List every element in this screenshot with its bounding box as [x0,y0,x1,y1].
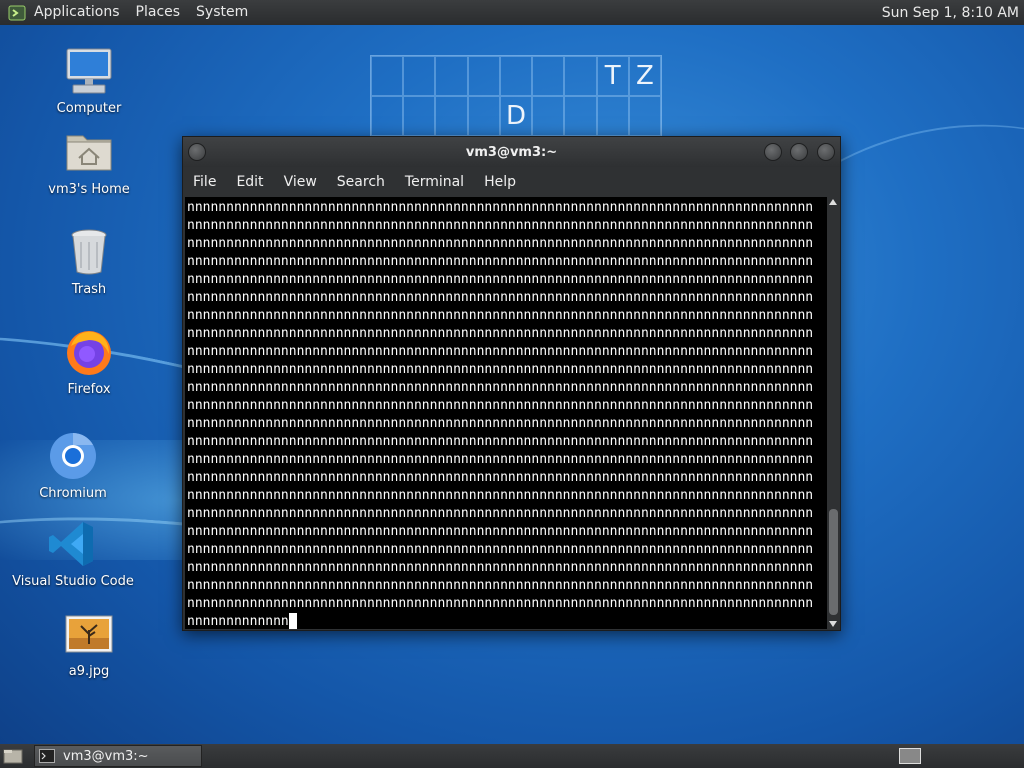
minimize-button[interactable] [764,143,782,161]
scrollbar-thumb[interactable] [829,509,838,615]
terminal-icon [39,749,55,763]
terminal-line: nnnnnnnnnnnnnnnnnnnnnnnnnnnnnnnnnnnnnnnn… [187,236,814,251]
grid-cell [564,96,597,136]
window-titlebar[interactable]: vm3@vm3:~ [183,137,840,167]
applications-menu-icon[interactable] [8,4,26,22]
grid-cell: Z [628,56,661,96]
terminal-scrollbar[interactable] [827,197,840,629]
desktop-icon-label: a9.jpg [68,664,110,679]
grid-cell [467,56,500,96]
terminal-line: nnnnnnnnnnnnnnnnnnnnnnnnnnnnnnnnnnnnnnnn… [187,578,814,593]
home-folder-icon [66,135,112,171]
grid-cell [467,96,500,136]
grid-cell [564,56,597,96]
scroll-down-arrow[interactable] [829,621,837,627]
terminal-window[interactable]: vm3@vm3:~ File Edit View Search Terminal… [182,136,841,631]
grid-cell [532,96,565,136]
terminal-line: nnnnnnnnnnnnnnnnnnnnnnnnnnnnnnnnnnnnnnnn… [187,290,814,305]
top-panel: Applications Places System Sun Sep 1, 8:… [0,0,1024,25]
window-title: vm3@vm3:~ [465,145,558,160]
image-file-icon [65,615,113,653]
terminal-line: nnnnnnnnnnnnnnnnnnnnnnnnnnnnnnnnnnnnnnnn… [187,434,814,449]
terminal-output[interactable]: nnnnnnnnnnnnnnnnnnnnnnnnnnnnnnnnnnnnnnnn… [185,197,827,629]
terminal-line: nnnnnnnnnnnnnnnnnnnnnnnnnnnnnnnnnnnnnnnn… [187,308,814,323]
menu-view[interactable]: View [274,174,327,190]
terminal-line: nnnnnnnnnnnnnnnnnnnnnnnnnnnnnnnnnnnnnnnn… [187,344,814,359]
taskbar-window-label: vm3@vm3:~ [63,748,149,764]
terminal-line: nnnnnnnnnnnnnnnnnnnnnnnnnnnnnnnnnnnnnnnn… [187,200,814,215]
taskbar-window-button[interactable]: vm3@vm3:~ [34,745,202,767]
grid-cell [403,56,436,96]
grid-cell [435,56,468,96]
places-menu[interactable]: Places [128,0,189,25]
menu-terminal[interactable]: Terminal [395,174,474,190]
desktop-icon-firefox[interactable]: Firefox [24,326,154,397]
workspace-switcher[interactable] [899,748,921,764]
terminal-line: nnnnnnnnnnnnnnnnnnnnnnnnnnnnnnnnnnnnnnnn… [187,254,814,269]
desktop-icon-trash[interactable]: Trash [24,226,154,297]
menu-file[interactable]: File [183,174,226,190]
grid-cell: T [596,56,629,96]
desktop-icon-label: Visual Studio Code [12,574,134,589]
desktop-icon-label: Computer [56,101,122,116]
wallpaper-word-grid: T Z D [370,55,662,137]
vscode-icon [49,522,93,566]
grid-cell [532,56,565,96]
terminal-input-text: nnnnnnnnnnnnn [187,614,289,629]
maximize-button[interactable] [790,143,808,161]
grid-cell: D [499,96,533,136]
terminal-line: nnnnnnnnnnnnnnnnnnnnnnnnnnnnnnnnnnnnnnnn… [187,398,814,413]
clock[interactable]: Sun Sep 1, 8:10 AM [882,5,1019,21]
chromium-icon [50,433,96,479]
terminal-line: nnnnnnnnnnnnnnnnnnnnnnnnnnnnnnnnnnnnnnnn… [187,470,814,485]
grid-cell [499,56,533,96]
terminal-line: nnnnnnnnnnnnnnnnnnnnnnnnnnnnnnnnnnnnnnnn… [187,416,814,431]
terminal-prompt-line: nnnnnnnnnnnnn [187,613,827,629]
show-desktop-icon[interactable] [3,747,23,765]
terminal-line: nnnnnnnnnnnnnnnnnnnnnnnnnnnnnnnnnnnnnnnn… [187,560,814,575]
terminal-line: nnnnnnnnnnnnnnnnnnnnnnnnnnnnnnnnnnnnnnnn… [187,218,814,233]
scroll-up-arrow[interactable] [829,199,837,205]
desktop-icon-computer[interactable]: Computer [24,45,154,116]
bottom-panel: vm3@vm3:~ [0,744,1024,768]
grid-cell [435,96,468,136]
trash-icon [71,229,107,275]
terminal-line: nnnnnnnnnnnnnnnnnnnnnnnnnnnnnnnnnnnnnnnn… [187,326,814,341]
terminal-line: nnnnnnnnnnnnnnnnnnnnnnnnnnnnnnnnnnnnnnnn… [187,596,814,611]
desktop-icon-chromium[interactable]: Chromium [8,430,138,501]
desktop-icon-label: Firefox [67,382,111,397]
grid-cell [403,96,436,136]
menu-help[interactable]: Help [474,174,526,190]
firefox-icon [67,331,111,375]
terminal-line: nnnnnnnnnnnnnnnnnnnnnnnnnnnnnnnnnnnnnnnn… [187,524,814,539]
grid-cell [596,96,629,136]
text-cursor [288,613,297,629]
top-menu: Applications Places System [26,0,256,25]
terminal-line: nnnnnnnnnnnnnnnnnnnnnnnnnnnnnnnnnnnnnnnn… [187,362,814,377]
grid-cell [371,56,404,96]
terminal-line: nnnnnnnnnnnnnnnnnnnnnnnnnnnnnnnnnnnnnnnn… [187,542,814,557]
desktop-icon-vscode[interactable]: Visual Studio Code [8,518,138,589]
computer-icon [66,48,112,94]
terminal-line: nnnnnnnnnnnnnnnnnnnnnnnnnnnnnnnnnnnnnnnn… [187,506,814,521]
menu-edit[interactable]: Edit [226,174,273,190]
applications-menu[interactable]: Applications [26,0,128,25]
menu-search[interactable]: Search [327,174,395,190]
desktop-icon-a9-jpg[interactable]: a9.jpg [24,608,154,679]
desktop-icon-label: Trash [71,282,107,297]
desktop-icon-label: Chromium [39,486,107,501]
close-button[interactable] [817,143,835,161]
terminal-line: nnnnnnnnnnnnnnnnnnnnnnnnnnnnnnnnnnnnnnnn… [187,452,814,467]
desktop-icon-label: vm3's Home [48,182,130,197]
terminal-line: nnnnnnnnnnnnnnnnnnnnnnnnnnnnnnnnnnnnnnnn… [187,272,814,287]
terminal-line: nnnnnnnnnnnnnnnnnnnnnnnnnnnnnnnnnnnnnnnn… [187,380,814,395]
grid-cell [628,96,661,136]
desktop-icon-home[interactable]: vm3's Home [24,126,154,197]
grid-cell [371,96,404,136]
terminal-line: nnnnnnnnnnnnnnnnnnnnnnnnnnnnnnnnnnnnnnnn… [187,488,814,503]
system-menu[interactable]: System [188,0,256,25]
terminal-menubar: File Edit View Search Terminal Help [183,167,840,197]
